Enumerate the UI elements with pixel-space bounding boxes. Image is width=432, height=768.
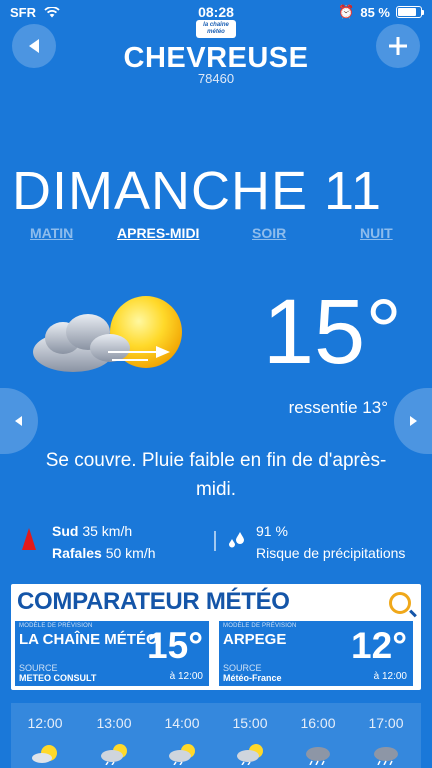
comparator-title: COMPARATEUR MÉTÉO	[17, 588, 290, 615]
hour-label: 13:00	[96, 715, 132, 731]
tab-nuit[interactable]: NUIT	[360, 225, 393, 241]
rain-percent: 91 %	[256, 523, 288, 539]
model-temperature: 12°	[351, 625, 407, 666]
battery-icon	[396, 6, 424, 18]
caret-right-icon	[410, 416, 417, 426]
model-name: ARPEGE	[223, 631, 287, 648]
sun-cloud-wind-icon	[33, 296, 182, 372]
tab-soir[interactable]: SOIR	[252, 225, 286, 241]
wind-line: Sud 35 km/h	[52, 520, 156, 542]
source-name: Météo-France	[223, 673, 282, 683]
hourly-forecast[interactable]: 12:00 13:00 14:00 15:00 16:00 17:00	[11, 703, 421, 768]
model-time: à 12:00	[373, 671, 407, 682]
battery-percent: 85 %	[360, 4, 390, 20]
hour-label: 12:00	[27, 715, 63, 731]
feels-like-temperature: ressentie 13°	[288, 398, 388, 417]
wind-speed: 35 km/h	[82, 523, 133, 539]
hour-label: 16:00	[300, 715, 336, 731]
model-temperature: 15°	[147, 625, 203, 666]
hour-label: 15:00	[232, 715, 268, 731]
next-day-button[interactable]	[394, 388, 432, 454]
cloud-sun-rain-icon	[101, 744, 127, 765]
raindrops-icon	[229, 532, 244, 548]
model-card-arpege[interactable]: MODÈLE DE PRÉVISION ARPEGE 12° SOURCE Mé…	[219, 621, 413, 686]
alarm-icon: ⏰	[338, 4, 355, 19]
wind-direction: Sud	[52, 523, 79, 539]
model-label: MODÈLE DE PRÉVISION	[19, 623, 93, 629]
postcode: 78460	[197, 71, 235, 86]
source-label: SOURCE	[19, 663, 58, 673]
model-time: à 12:00	[169, 671, 203, 682]
weather-description: Se couvre. Pluie faible en fin de d'aprè…	[45, 450, 387, 500]
tab-apres-midi[interactable]: APRES-MIDI	[117, 225, 199, 241]
source-label: SOURCE	[223, 663, 262, 673]
cloud-sun-rain-icon	[237, 744, 263, 765]
model-name: LA CHAÎNE MÉTÉO	[19, 631, 158, 648]
hour-label: 17:00	[368, 715, 404, 731]
rain-cloud-icon	[374, 747, 398, 765]
gusts-label: Rafales	[52, 545, 102, 561]
hour-label: 14:00	[164, 715, 200, 731]
wind-direction-icon	[22, 528, 36, 550]
rain-info: 91 % Risque de précipitations	[228, 520, 405, 564]
info-divider	[214, 531, 216, 551]
app-logo: la chaîne météo	[196, 20, 236, 38]
weather-comparator[interactable]: COMPARATEUR MÉTÉO MODÈLE DE PRÉVISION LA…	[11, 584, 421, 690]
caret-left-icon	[15, 416, 22, 426]
model-label: MODÈLE DE PRÉVISION	[223, 623, 297, 629]
wind-info: Sud 35 km/h Rafales 50 km/h	[22, 520, 156, 564]
sun-cloud-icon	[32, 745, 57, 763]
model-card-lcm[interactable]: MODÈLE DE PRÉVISION LA CHAÎNE MÉTÉO 15° …	[15, 621, 209, 686]
source-name: METEO CONSULT	[19, 673, 97, 683]
day-title: DIMANCHE 11	[12, 161, 383, 221]
rain-label: Risque de précipitations	[256, 545, 406, 561]
magnifier-icon[interactable]	[389, 592, 411, 614]
gusts-speed: 50 km/h	[105, 545, 156, 561]
gusts-line: Rafales 50 km/h	[52, 542, 156, 564]
tab-matin[interactable]: MATIN	[30, 225, 73, 241]
previous-day-button[interactable]	[0, 388, 38, 454]
current-temperature: 15°	[262, 281, 402, 383]
rain-cloud-icon	[306, 747, 330, 765]
status-right: ⏰ 85 %	[338, 4, 424, 20]
cloud-sun-rain-icon	[169, 744, 195, 765]
